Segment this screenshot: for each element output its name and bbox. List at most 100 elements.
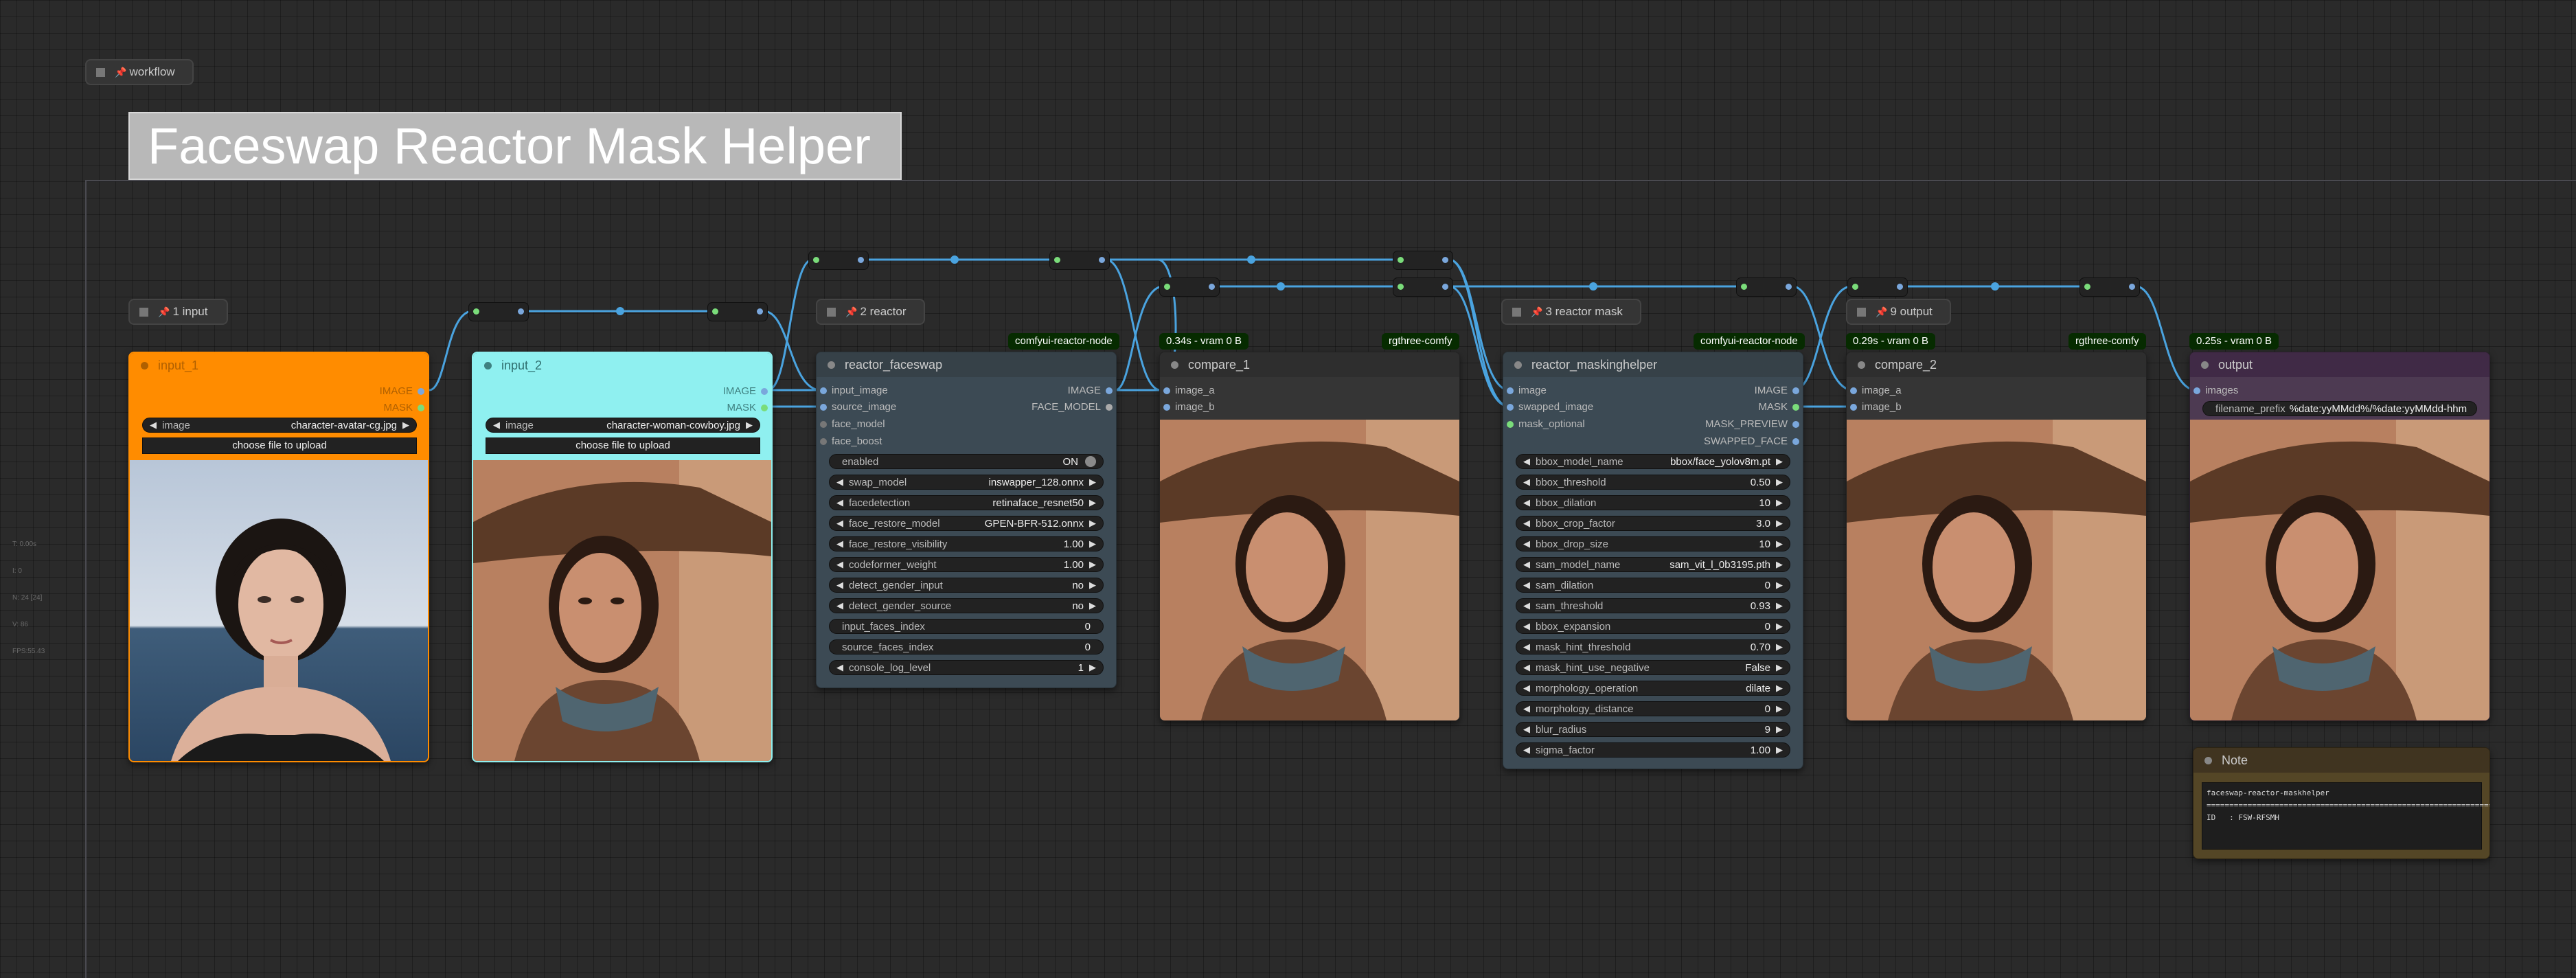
sam-threshold-input[interactable]: ◀ sam_threshold 0.93 ▶ [1516,598,1790,613]
bbox-threshold-input[interactable]: ◀ bbox_threshold 0.50 ▶ [1516,475,1790,490]
output-slot[interactable]: MASK [1637,400,1803,414]
timing-badge: 0.29s - vram 0 B [1846,333,1936,350]
facedetection-select[interactable]: ◀ facedetection retinaface_resnet50 ▶ [829,495,1104,510]
output-slot[interactable]: IMAGE [964,384,1116,398]
node-title-text: compare_2 [1875,357,1937,372]
filename-prefix-field[interactable]: filename_prefix %date:yyMMdd%/%date:yyMMd… [2202,401,2477,416]
reroute-node[interactable] [1049,251,1110,270]
codeformer-weight-input[interactable]: ◀ codeformer_weight 1.00 ▶ [829,557,1104,572]
collapse-square-icon [1512,307,1521,317]
input-slot[interactable]: input_image [817,384,888,398]
morphology-distance-input[interactable]: ◀ morphology_distance 0 ▶ [1516,701,1790,716]
group-reactor[interactable]: 📌 2 reactor [816,299,925,325]
reroute-node[interactable] [1159,277,1220,297]
collapse-dot-icon[interactable] [2204,756,2212,764]
input-faces-index-field[interactable]: input_faces_index 0 [829,619,1104,634]
reroute-node[interactable] [1393,251,1453,270]
detect-gender-source-select[interactable]: ◀ detect_gender_source no ▶ [829,598,1104,613]
bbox-dilation-input[interactable]: ◀ bbox_dilation 10 ▶ [1516,495,1790,510]
mask-hint-use-negative-select[interactable]: ◀ mask_hint_use_negative False ▶ [1516,660,1790,675]
bbox-crop-factor-input[interactable]: ◀ bbox_crop_factor 3.0 ▶ [1516,516,1790,531]
output-slot[interactable]: SWAPPED_FACE [1637,435,1803,448]
node-note[interactable]: Note faceswap-reactor-maskhelper ========… [2193,747,2490,859]
sam-model-select[interactable]: ◀ sam_model_name sam_vit_l_0b3195.pth ▶ [1516,557,1790,572]
input-slot[interactable]: image_a [1847,384,1902,398]
arrow-left-icon[interactable]: ◀ [150,420,157,431]
detect-gender-input-select[interactable]: ◀ detect_gender_input no ▶ [829,578,1104,593]
upload-button[interactable]: choose file to upload [486,437,760,454]
collapse-square-icon [139,307,148,317]
node-title-text: Note [2222,753,2248,767]
output-slot-mask[interactable]: MASK [674,401,771,415]
swap-model-select[interactable]: ◀ swap_model inswapper_128.onnx ▶ [829,475,1104,490]
collapse-dot-icon[interactable] [1858,361,1865,369]
bbox-model-select[interactable]: ◀ bbox_model_name bbox/face_yolov8m.pt ▶ [1516,454,1790,469]
output-slot-image[interactable]: IMAGE [674,385,771,398]
output-image-preview [2190,420,2489,720]
collapse-dot-icon[interactable] [484,361,492,369]
mask-hint-threshold-input[interactable]: ◀ mask_hint_threshold 0.70 ▶ [1516,639,1790,655]
upload-button[interactable]: choose file to upload [142,437,417,454]
perf-stats: T: 0.00s I: 0 N: 24 [24] V: 86 FPS:55.43 [12,522,45,665]
node-compare-1[interactable]: compare_1 image_a image_b [1159,352,1460,721]
arrow-left-icon[interactable]: ◀ [493,420,500,431]
input-slot[interactable]: face_model [817,418,885,431]
arrow-right-icon[interactable]: ▶ [746,420,753,431]
image-select[interactable]: ◀ image character-woman-cowboy.jpg ▶ [486,418,760,433]
sam-dilation-input[interactable]: ◀ sam_dilation 0 ▶ [1516,578,1790,593]
page-title: Faceswap Reactor Mask Helper [128,112,902,180]
collapse-dot-icon[interactable] [2201,361,2209,369]
source-faces-index-field[interactable]: source_faces_index 0 [829,639,1104,655]
sigma-factor-input[interactable]: ◀ sigma_factor 1.00 ▶ [1516,742,1790,758]
node-reactor-maskinghelper[interactable]: reactor_maskinghelper image swapped_imag… [1503,352,1803,769]
input-slot[interactable]: image_b [1847,400,1902,414]
input-slot[interactable]: swapped_image [1503,400,1593,414]
node-input-2[interactable]: input_2 IMAGE MASK ◀ image character-woman… [472,352,773,762]
morphology-operation-select[interactable]: ◀ morphology_operation dilate ▶ [1516,681,1790,696]
arrow-right-icon[interactable]: ▶ [402,420,409,431]
collapse-dot-icon[interactable] [1171,361,1178,369]
input-slot[interactable]: image_a [1160,384,1215,398]
compare-image-preview [1160,420,1459,720]
enabled-toggle[interactable]: enabled ON [829,454,1104,469]
reroute-node[interactable] [1736,277,1797,297]
group-output[interactable]: 📌 9 output [1846,299,1951,325]
input-slot[interactable]: images [2190,384,2238,398]
console-log-level-input[interactable]: ◀ console_log_level 1 ▶ [829,660,1104,675]
collapse-dot-icon[interactable] [1514,361,1522,369]
input-slot[interactable]: mask_optional [1503,418,1585,431]
reroute-node[interactable] [1847,277,1908,297]
face-restore-visibility-input[interactable]: ◀ face_restore_visibility 1.00 ▶ [829,536,1104,551]
image-select[interactable]: ◀ image character-avatar-cg.jpg ▶ [142,418,417,433]
input-slot[interactable]: image [1503,384,1547,398]
node-title-text: compare_1 [1188,357,1251,372]
toggle-knob-icon[interactable] [1085,456,1096,467]
bbox-drop-size-input[interactable]: ◀ bbox_drop_size 10 ▶ [1516,536,1790,551]
input-slot[interactable]: face_boost [817,435,882,448]
bbox-expansion-input[interactable]: ◀ bbox_expansion 0 ▶ [1516,619,1790,634]
reroute-node[interactable] [2079,277,2140,297]
output-slot-mask[interactable]: MASK [330,401,428,415]
reroute-node[interactable] [808,251,869,270]
face-restore-model-select[interactable]: ◀ face_restore_model GPEN-BFR-512.onnx ▶ [829,516,1104,531]
node-reactor-faceswap[interactable]: reactor_faceswap input_image source_imag… [816,352,1117,688]
group-workflow[interactable]: 📌 workflow [85,59,194,85]
note-textarea[interactable]: faceswap-reactor-maskhelper =============… [2202,782,2489,850]
output-slot[interactable]: MASK_PREVIEW [1637,418,1803,431]
reroute-node[interactable] [707,302,768,321]
group-input[interactable]: 📌 1 input [128,299,228,325]
group-reactor-mask[interactable]: 📌 3 reactor mask [1501,299,1641,325]
node-output[interactable]: output images filename_prefix %date:yyMMd… [2189,352,2490,721]
collapse-dot-icon[interactable] [141,361,148,369]
blur-radius-input[interactable]: ◀ blur_radius 9 ▶ [1516,722,1790,737]
input-slot[interactable]: image_b [1160,400,1215,414]
output-slot[interactable]: FACE_MODEL [964,400,1116,414]
input-slot[interactable]: source_image [817,400,896,414]
output-slot[interactable]: IMAGE [1637,384,1803,398]
node-input-1[interactable]: input_1 IMAGE MASK ◀ image character-avata… [128,352,429,762]
node-compare-2[interactable]: compare_2 image_a image_b [1846,352,2147,721]
collapse-dot-icon[interactable] [828,361,835,369]
reroute-node[interactable] [468,302,529,321]
reroute-node[interactable] [1393,277,1453,297]
output-slot-image[interactable]: IMAGE [330,385,428,398]
